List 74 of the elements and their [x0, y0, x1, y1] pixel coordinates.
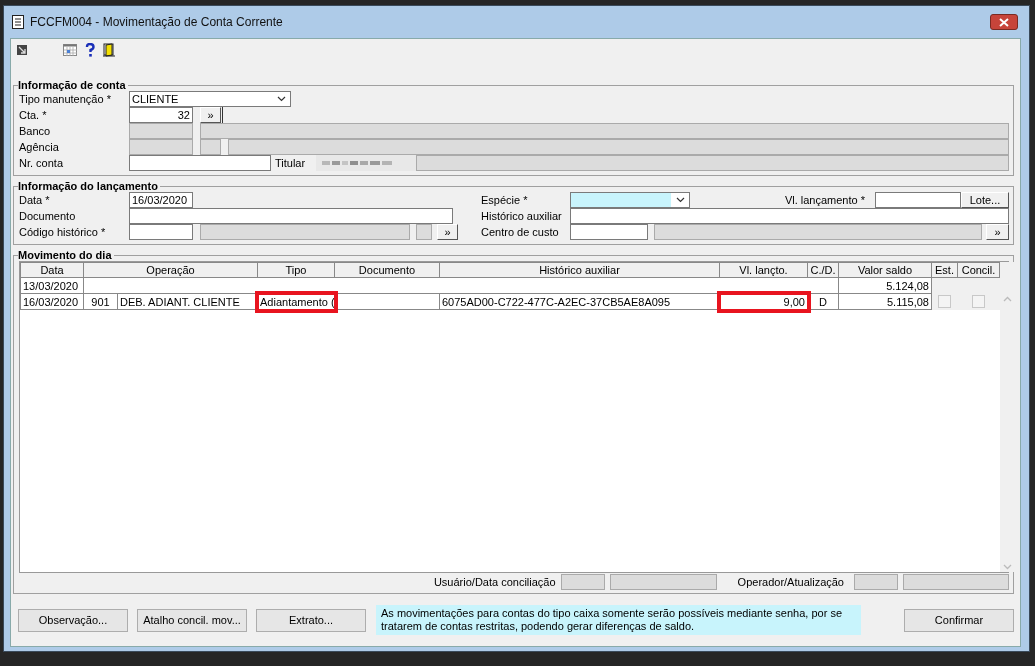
button[interactable]: » [437, 224, 458, 240]
column-header[interactable]: C./D. [807, 262, 839, 278]
confirm-button[interactable]: Confirmar [904, 608, 1014, 632]
dropdown[interactable]: CLIENTE [129, 91, 291, 107]
caret-icon [277, 96, 286, 102]
column-header[interactable]: Documento [334, 262, 440, 278]
column-header[interactable]: Histórico auxiliar [439, 262, 720, 278]
readonly-field [416, 224, 432, 240]
section-title: Movimento do dia [18, 249, 113, 261]
close-icon [999, 17, 1009, 27]
table-cell: 13/03/2020 [20, 277, 84, 294]
button[interactable]: » [200, 107, 221, 123]
close-button[interactable] [990, 14, 1018, 30]
field-label: Agência [19, 141, 60, 153]
section-title: Informação do lançamento [18, 180, 159, 192]
table-cell: 5.115,08 [838, 293, 932, 310]
checkbox[interactable] [938, 295, 952, 308]
field-label: Espécie * [481, 194, 529, 206]
help-icon [85, 43, 95, 57]
button[interactable]: Observação... [18, 608, 128, 632]
field-label: Documento [19, 210, 77, 222]
input-field[interactable] [129, 155, 271, 171]
readonly-field [854, 574, 898, 590]
table-cell: Adiantamento ( [257, 293, 335, 310]
scrollbar[interactable] [1000, 262, 1015, 572]
input-field[interactable] [129, 208, 453, 224]
button[interactable]: » [986, 224, 1009, 240]
readonly-field [200, 139, 221, 155]
table-cell: 9,00 [719, 293, 808, 310]
button[interactable]: Atalho concil. mov... [137, 608, 247, 632]
calendar-icon [63, 44, 77, 56]
input-field[interactable] [570, 208, 1009, 224]
field-label: Data * [19, 194, 51, 206]
field-label: Operador/Atualização [737, 576, 844, 588]
column-header[interactable]: Operação [83, 262, 258, 278]
readonly-field [129, 139, 193, 155]
input-field[interactable] [129, 224, 193, 240]
field-label: Centro de custo [481, 226, 560, 238]
table-cell: 901 [83, 293, 118, 310]
field-label: Titular [275, 157, 307, 169]
table-cell: 16/03/2020 [20, 293, 84, 310]
column-header[interactable]: Vl. lançto. [719, 262, 808, 278]
field-label: Tipo manutenção * [19, 93, 112, 105]
arrow-icon [17, 45, 27, 55]
door-icon [103, 43, 115, 57]
readonly-field [560, 574, 605, 590]
dropdown[interactable] [570, 192, 690, 208]
field-label: Nr. conta [19, 157, 65, 169]
field-label: Cta. * [19, 109, 48, 121]
column-header[interactable]: Concil. [957, 262, 1000, 278]
input-field[interactable] [875, 192, 961, 208]
input-field[interactable]: 16/03/2020 [129, 192, 193, 208]
input-field[interactable] [570, 224, 648, 240]
info-message: As movimentações para contas do tipo caixa somente serão possíveis mediante senha, por se tratarem de contas restritas, podendo gerar diferenças de saldo. [376, 605, 861, 635]
column-header[interactable]: Est. [931, 262, 958, 278]
input-field[interactable]: 32 [129, 107, 193, 123]
field-label: Histórico auxiliar [481, 210, 563, 222]
field-label: Banco [19, 125, 52, 137]
column-header[interactable]: Tipo [257, 262, 335, 278]
field-label: Usuário/Data conciliação [433, 576, 556, 588]
caret-icon [676, 197, 685, 203]
window-title: FCCFM004 - Movimentação de Conta Corrente [30, 15, 283, 29]
column-header[interactable]: Valor saldo [838, 262, 932, 278]
column-header[interactable]: Data [20, 262, 84, 278]
field-label: Vl. lançamento * [783, 194, 866, 206]
readonly-field [129, 123, 193, 139]
document-icon [12, 15, 24, 29]
field-label: Código histórico * [19, 226, 107, 238]
button[interactable]: Extrato... [256, 608, 366, 632]
button[interactable]: Lote... [961, 192, 1009, 208]
blurred-text-drawing [322, 160, 392, 166]
table-cell: 5.124,08 [838, 277, 932, 294]
checkbox[interactable] [972, 295, 985, 308]
section-title: Informação de conta [18, 79, 127, 91]
